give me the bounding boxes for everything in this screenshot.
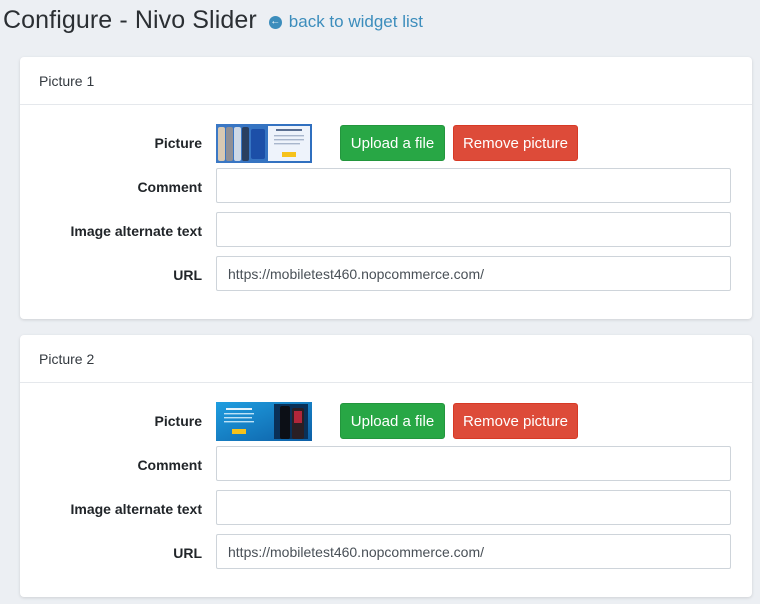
alt-text-label: Image alternate text (70, 222, 203, 239)
upload-file-button[interactable]: Upload a file (340, 403, 445, 439)
alt-text-row: Image alternate text (20, 490, 752, 527)
comment-input[interactable] (216, 446, 731, 481)
remove-picture-button[interactable]: Remove picture (453, 403, 578, 439)
comment-row: Comment (20, 446, 752, 483)
card-title: Picture 1 (20, 57, 752, 105)
url-input[interactable] (216, 534, 731, 569)
comment-label: Comment (137, 178, 202, 195)
picture-row: Picture Upload a file Remove picture (20, 401, 752, 441)
alt-text-label: Image alternate text (70, 500, 203, 517)
url-row: URL (20, 256, 752, 293)
arrow-circle-left-icon: ← (268, 15, 282, 29)
picture-thumbnail (216, 124, 312, 163)
comment-label: Comment (137, 456, 202, 473)
picture-label: Picture (154, 413, 202, 429)
upload-file-button[interactable]: Upload a file (340, 125, 445, 161)
url-label: URL (173, 266, 202, 283)
card-title: Picture 2 (20, 335, 752, 383)
back-link-label: back to widget list (288, 12, 423, 31)
page-header: Configure - Nivo Slider ← back to widget… (3, 0, 423, 40)
url-row: URL (20, 534, 752, 571)
comment-input[interactable] (216, 168, 731, 203)
picture-label: Picture (154, 135, 202, 151)
alt-text-input[interactable] (216, 212, 731, 247)
url-input[interactable] (216, 256, 731, 291)
url-label: URL (173, 544, 202, 561)
picture-card-2: Picture 2 Picture Upload a file Remove p… (20, 335, 752, 597)
alt-text-input[interactable] (216, 490, 731, 525)
page-title: Configure - Nivo Slider (3, 5, 257, 34)
remove-picture-button[interactable]: Remove picture (453, 125, 578, 161)
comment-row: Comment (20, 168, 752, 205)
back-to-widget-list-link[interactable]: ← back to widget list (268, 12, 423, 32)
picture-card-1: Picture 1 Picture Upload a file Remove p… (20, 57, 752, 319)
picture-row: Picture Upload a file Remove picture (20, 123, 752, 163)
alt-text-row: Image alternate text (20, 212, 752, 249)
picture-thumbnail (216, 402, 312, 441)
